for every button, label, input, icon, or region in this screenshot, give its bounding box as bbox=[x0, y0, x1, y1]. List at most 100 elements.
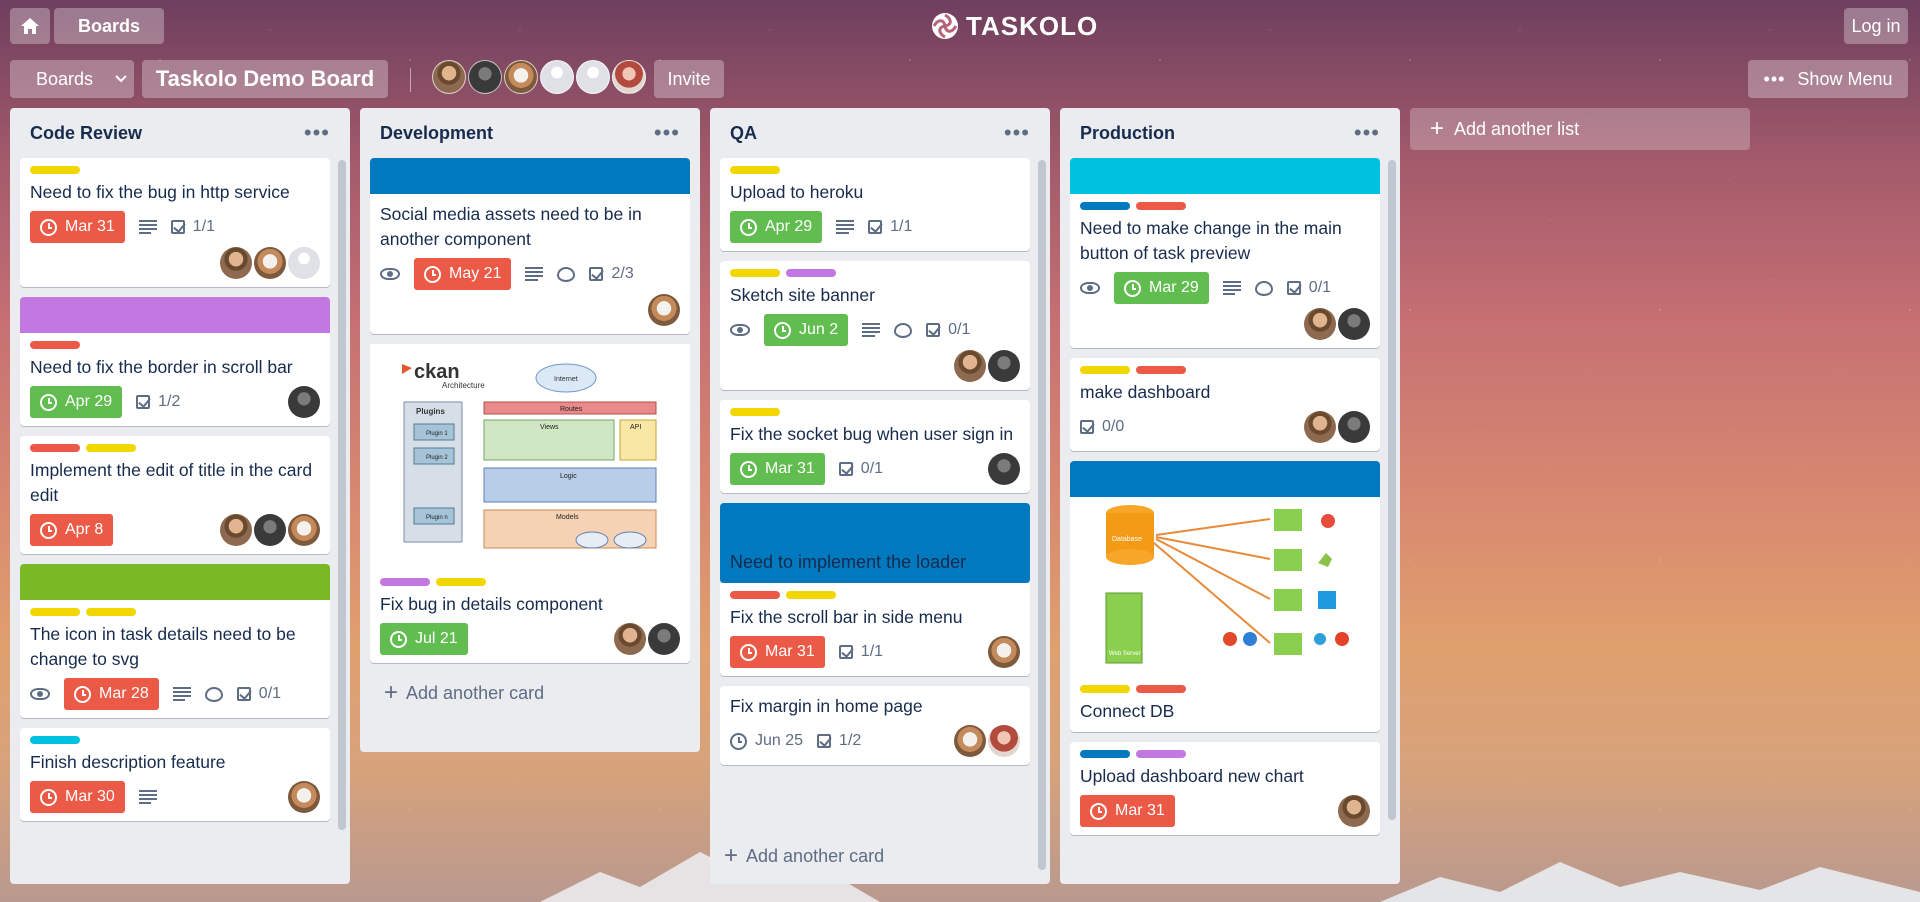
invite-button[interactable]: Invite bbox=[654, 60, 724, 98]
svg-text:Web Server: Web Server bbox=[1109, 651, 1141, 657]
avatar[interactable] bbox=[432, 60, 466, 94]
avatar[interactable] bbox=[254, 247, 286, 279]
card[interactable]: Finish description feature Mar 30 bbox=[20, 728, 330, 821]
add-card-button[interactable]: + Add another card bbox=[370, 673, 690, 713]
list-title[interactable]: Development bbox=[380, 123, 493, 144]
checklist-icon bbox=[868, 220, 883, 234]
chevron-down-icon bbox=[115, 75, 127, 83]
due-date-badge[interactable]: Mar 28 bbox=[64, 678, 159, 710]
svg-text:Plugin 1: Plugin 1 bbox=[426, 431, 448, 437]
due-date-badge[interactable]: Jul 21 bbox=[380, 623, 468, 655]
board-title[interactable]: Taskolo Demo Board bbox=[142, 60, 388, 98]
list-title[interactable]: QA bbox=[730, 123, 757, 144]
checklist-count: 0/1 bbox=[258, 685, 282, 702]
avatar[interactable] bbox=[220, 247, 252, 279]
card[interactable]: The icon in task details need to be chan… bbox=[20, 564, 330, 718]
avatar[interactable] bbox=[614, 623, 646, 655]
description-icon bbox=[836, 220, 855, 234]
card[interactable]: Upload dashboard new chart Mar 31 bbox=[1070, 742, 1380, 835]
avatar[interactable] bbox=[988, 725, 1020, 757]
due-date-badge[interactable]: Mar 31 bbox=[30, 211, 125, 243]
app-logo[interactable]: TASKOLO bbox=[930, 8, 1098, 44]
avatar[interactable] bbox=[648, 623, 680, 655]
card[interactable]: Upload to heroku Apr 29 1/1 bbox=[720, 158, 1030, 251]
avatar[interactable] bbox=[612, 60, 646, 94]
due-date-badge[interactable]: May 21 bbox=[414, 258, 512, 290]
avatar[interactable] bbox=[576, 60, 610, 94]
card[interactable]: make dashboard 0/0 bbox=[1070, 358, 1380, 451]
list-title[interactable]: Code Review bbox=[30, 123, 142, 144]
due-date-badge[interactable]: Mar 30 bbox=[30, 781, 125, 813]
card[interactable]: Need to make change in the main button o… bbox=[1070, 158, 1380, 348]
due-date: Mar 31 bbox=[65, 218, 115, 235]
home-button[interactable] bbox=[10, 8, 50, 44]
boards-button[interactable]: Boards bbox=[54, 8, 164, 44]
list-menu-icon[interactable]: ••• bbox=[654, 120, 680, 146]
card[interactable]: Database Web Server Connect DB bbox=[1070, 461, 1380, 732]
list-menu-icon[interactable]: ••• bbox=[1004, 120, 1030, 146]
avatar[interactable] bbox=[988, 636, 1020, 668]
due-date-badge[interactable]: Apr 29 bbox=[730, 211, 823, 243]
due-date-badge[interactable]: Jun 2 bbox=[764, 314, 849, 346]
list-menu-icon[interactable]: ••• bbox=[304, 120, 330, 146]
checklist-icon bbox=[589, 267, 604, 281]
card[interactable]: Need to implement the loader bbox=[720, 503, 1030, 583]
checklist-count: 0/0 bbox=[1102, 418, 1125, 435]
card[interactable]: Fix the socket bug when user sign in Mar… bbox=[720, 400, 1030, 493]
avatar[interactable] bbox=[254, 514, 286, 546]
due-date-badge[interactable]: Mar 31 bbox=[1080, 795, 1175, 827]
card[interactable]: Need to fix the bug in http service Mar … bbox=[20, 158, 330, 287]
avatar[interactable] bbox=[288, 781, 320, 813]
card[interactable]: Need to fix the border in scroll bar Apr… bbox=[20, 297, 330, 426]
due-date-badge[interactable]: Jun 25 bbox=[730, 725, 803, 757]
avatar[interactable] bbox=[1338, 308, 1370, 340]
due-date: Apr 8 bbox=[65, 521, 104, 538]
avatar[interactable] bbox=[288, 247, 320, 279]
boards-dropdown[interactable]: Boards bbox=[10, 60, 134, 98]
svg-text:Plugins: Plugins bbox=[416, 407, 445, 416]
avatar[interactable] bbox=[988, 453, 1020, 485]
card-cover bbox=[20, 297, 330, 333]
card[interactable]: Social media assets need to be in anothe… bbox=[370, 158, 690, 334]
list-title[interactable]: Production bbox=[1080, 123, 1175, 144]
avatar[interactable] bbox=[648, 294, 680, 326]
card-title: Sketch site banner bbox=[730, 285, 875, 305]
checklist-count: 1/1 bbox=[890, 218, 913, 235]
due-date-badge[interactable]: Apr 8 bbox=[30, 514, 114, 546]
avatar[interactable] bbox=[288, 386, 320, 418]
avatar[interactable] bbox=[1304, 411, 1336, 443]
avatar[interactable] bbox=[468, 60, 502, 94]
label-sky bbox=[30, 736, 80, 744]
card[interactable]: Implement the edit of title in the card … bbox=[20, 436, 330, 554]
show-menu-button[interactable]: ••• Show Menu bbox=[1748, 60, 1908, 98]
avatar[interactable] bbox=[504, 60, 538, 94]
login-button[interactable]: Log in bbox=[1844, 8, 1908, 44]
avatar[interactable] bbox=[954, 350, 986, 382]
list-menu-icon[interactable]: ••• bbox=[1354, 120, 1380, 146]
label-red bbox=[1136, 685, 1186, 693]
avatar[interactable] bbox=[1338, 411, 1370, 443]
avatar[interactable] bbox=[540, 60, 574, 94]
clock-icon bbox=[40, 218, 57, 236]
label-red bbox=[730, 591, 780, 599]
due-date-badge[interactable]: Mar 29 bbox=[1114, 272, 1209, 304]
card[interactable]: Sketch site banner Jun 2 0/1 bbox=[720, 261, 1030, 390]
svg-text:Internet: Internet bbox=[554, 376, 578, 383]
avatar[interactable] bbox=[988, 350, 1020, 382]
clock-icon bbox=[74, 685, 91, 703]
card[interactable]: Fix margin in home page Jun 25 1/2 bbox=[720, 686, 1030, 765]
avatar[interactable] bbox=[288, 514, 320, 546]
watch-icon bbox=[30, 688, 50, 700]
card[interactable]: Fix the scroll bar in side menu Mar 31 1… bbox=[720, 583, 1030, 676]
due-date-badge[interactable]: Apr 29 bbox=[30, 386, 123, 418]
due-date-badge[interactable]: Mar 31 bbox=[730, 453, 825, 485]
card[interactable]: ckan Architecture Internet Plugins Plugi… bbox=[370, 344, 690, 663]
add-list-button[interactable]: + Add another list bbox=[1410, 108, 1750, 150]
avatar[interactable] bbox=[220, 514, 252, 546]
avatar[interactable] bbox=[954, 725, 986, 757]
avatar[interactable] bbox=[1338, 795, 1370, 827]
due-date-badge[interactable]: Mar 31 bbox=[730, 636, 825, 668]
card-cover bbox=[1070, 461, 1380, 497]
avatar[interactable] bbox=[1304, 308, 1336, 340]
add-card-button[interactable]: + Add another card bbox=[710, 836, 1050, 876]
